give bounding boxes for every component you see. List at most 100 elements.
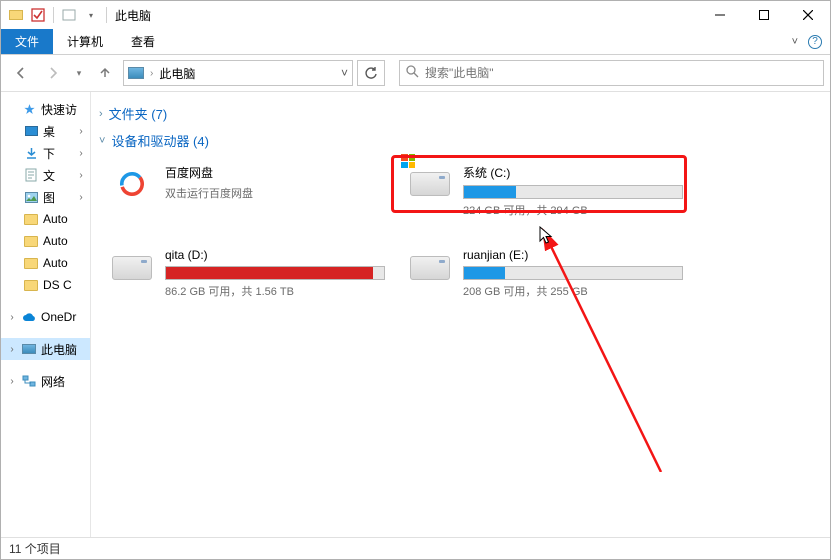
address-dropdown-icon[interactable]: ˅ xyxy=(341,66,348,80)
sidebar-item-label: OneDr xyxy=(41,310,76,324)
chevron-right-icon: › xyxy=(7,312,17,323)
folder-icon xyxy=(23,211,39,227)
sidebar-item-label: Auto xyxy=(43,256,68,270)
drive-icon xyxy=(409,248,451,288)
windows-logo-icon xyxy=(401,154,415,168)
sidebar-item-label: 快速访 xyxy=(41,101,77,118)
sidebar-item-pictures[interactable]: 图 › xyxy=(1,186,90,208)
chevron-right-icon: › xyxy=(76,148,86,159)
desktop-icon xyxy=(23,123,39,139)
tile-drive-c[interactable]: 系统 (C:) 224 GB 可用，共 294 GB xyxy=(403,158,683,224)
sidebar-item-label: 文 xyxy=(43,167,55,184)
maximize-button[interactable] xyxy=(742,1,786,29)
tile-name: qita (D:) xyxy=(165,248,385,262)
content-pane[interactable]: › 文件夹 (7) ˅ 设备和驱动器 (4) 百度网盘 双击 xyxy=(91,92,830,537)
sidebar-item-label: 下 xyxy=(43,145,55,162)
tile-subtext: 双击运行百度网盘 xyxy=(165,185,379,201)
close-button[interactable] xyxy=(786,1,830,29)
tile-subtext: 208 GB 可用，共 255 GB xyxy=(463,283,683,299)
navigation-pane[interactable]: 快速访 桌 › 下 › 文 › 图 › Auto xyxy=(1,92,91,537)
downloads-icon xyxy=(23,145,39,161)
tab-file[interactable]: 文件 xyxy=(1,29,53,54)
explorer-window: ▾ 此电脑 文件 计算机 查看 ˅ ? xyxy=(0,0,831,560)
tab-view[interactable]: 查看 xyxy=(117,29,169,54)
status-text: 11 个项目 xyxy=(9,540,61,557)
sidebar-quick-access[interactable]: 快速访 xyxy=(1,98,90,120)
usage-bar xyxy=(165,266,385,280)
chevron-right-icon: › xyxy=(76,126,86,137)
navigation-bar: ▾ › 此电脑 ˅ xyxy=(1,55,830,91)
sidebar-item-downloads[interactable]: 下 › xyxy=(1,142,90,164)
chevron-right-icon: › xyxy=(7,376,17,387)
address-bar[interactable]: › 此电脑 ˅ xyxy=(123,60,353,86)
sidebar-item-label: 图 xyxy=(43,189,55,206)
titlebar: ▾ 此电脑 xyxy=(1,1,830,29)
status-bar: 11 个项目 xyxy=(1,537,830,559)
sidebar-item-label: 此电脑 xyxy=(41,341,77,358)
cloud-icon xyxy=(21,309,37,325)
sidebar-item-folder[interactable]: DS C xyxy=(1,274,90,296)
chevron-right-icon: › xyxy=(7,344,17,355)
sidebar-item-label: Auto xyxy=(43,212,68,226)
sidebar-item-folder[interactable]: Auto xyxy=(1,230,90,252)
sidebar-item-label: DS C xyxy=(43,278,72,292)
new-folder-icon[interactable] xyxy=(60,6,78,24)
search-box[interactable] xyxy=(399,60,824,86)
section-label: 文件夹 (7) xyxy=(109,104,168,123)
refresh-button[interactable] xyxy=(357,60,385,86)
back-button[interactable] xyxy=(7,59,35,87)
up-button[interactable] xyxy=(91,59,119,87)
tile-subtext: 224 GB 可用，共 294 GB xyxy=(463,202,683,218)
chevron-down-icon: ˅ xyxy=(99,135,105,147)
sidebar-item-label: 桌 xyxy=(43,123,55,140)
drive-tiles: 百度网盘 双击运行百度网盘 系统 (C:) 224 GB 可用，共 294 GB xyxy=(105,158,820,305)
quick-access-toolbar: ▾ xyxy=(1,6,109,24)
thispc-icon xyxy=(128,67,144,79)
usage-bar xyxy=(463,185,683,199)
sidebar-network[interactable]: › 网络 xyxy=(1,370,90,392)
forward-button[interactable] xyxy=(39,59,67,87)
tile-name: 系统 (C:) xyxy=(463,164,683,181)
chevron-right-icon: › xyxy=(99,108,103,120)
tab-computer[interactable]: 计算机 xyxy=(53,29,117,54)
tile-name: 百度网盘 xyxy=(165,164,379,181)
sidebar-item-folder[interactable]: Auto xyxy=(1,252,90,274)
sidebar-item-label: Auto xyxy=(43,234,68,248)
body: 快速访 桌 › 下 › 文 › 图 › Auto xyxy=(1,91,830,537)
recent-dropdown-icon[interactable]: ▾ xyxy=(71,59,87,87)
chevron-right-icon: › xyxy=(76,170,86,181)
ribbon-expand-icon[interactable]: ˅ xyxy=(792,36,798,48)
window-title: 此电脑 xyxy=(115,7,151,24)
network-icon xyxy=(21,373,37,389)
usage-bar xyxy=(463,266,683,280)
sidebar-item-desktop[interactable]: 桌 › xyxy=(1,120,90,142)
sidebar-this-pc[interactable]: › 此电脑 xyxy=(1,338,90,360)
tile-drive-d[interactable]: qita (D:) 86.2 GB 可用，共 1.56 TB xyxy=(105,242,385,305)
help-icon[interactable]: ? xyxy=(808,35,822,49)
drive-icon xyxy=(111,248,153,288)
sidebar-onedrive[interactable]: › OneDr xyxy=(1,306,90,328)
folder-icon xyxy=(23,233,39,249)
sidebar-item-label: 网络 xyxy=(41,373,65,390)
section-header-devices[interactable]: ˅ 设备和驱动器 (4) xyxy=(99,131,820,150)
properties-icon[interactable] xyxy=(29,6,47,24)
address-text: 此电脑 xyxy=(159,65,195,82)
drive-icon xyxy=(409,164,451,204)
qat-dropdown-icon[interactable]: ▾ xyxy=(82,6,100,24)
tile-drive-e[interactable]: ruanjian (E:) 208 GB 可用，共 255 GB xyxy=(403,242,683,305)
tile-name: ruanjian (E:) xyxy=(463,248,683,262)
search-icon xyxy=(406,65,419,81)
chevron-right-icon: › xyxy=(150,68,153,79)
tile-baidu-netdisk[interactable]: 百度网盘 双击运行百度网盘 xyxy=(105,158,385,224)
star-icon xyxy=(21,101,37,117)
window-buttons xyxy=(698,1,830,29)
thispc-icon xyxy=(21,341,37,357)
chevron-right-icon: › xyxy=(76,192,86,203)
search-input[interactable] xyxy=(425,66,817,80)
minimize-button[interactable] xyxy=(698,1,742,29)
section-header-folders[interactable]: › 文件夹 (7) xyxy=(99,104,820,123)
sidebar-item-documents[interactable]: 文 › xyxy=(1,164,90,186)
sidebar-item-folder[interactable]: Auto xyxy=(1,208,90,230)
folder-icon xyxy=(23,255,39,271)
pictures-icon xyxy=(23,189,39,205)
